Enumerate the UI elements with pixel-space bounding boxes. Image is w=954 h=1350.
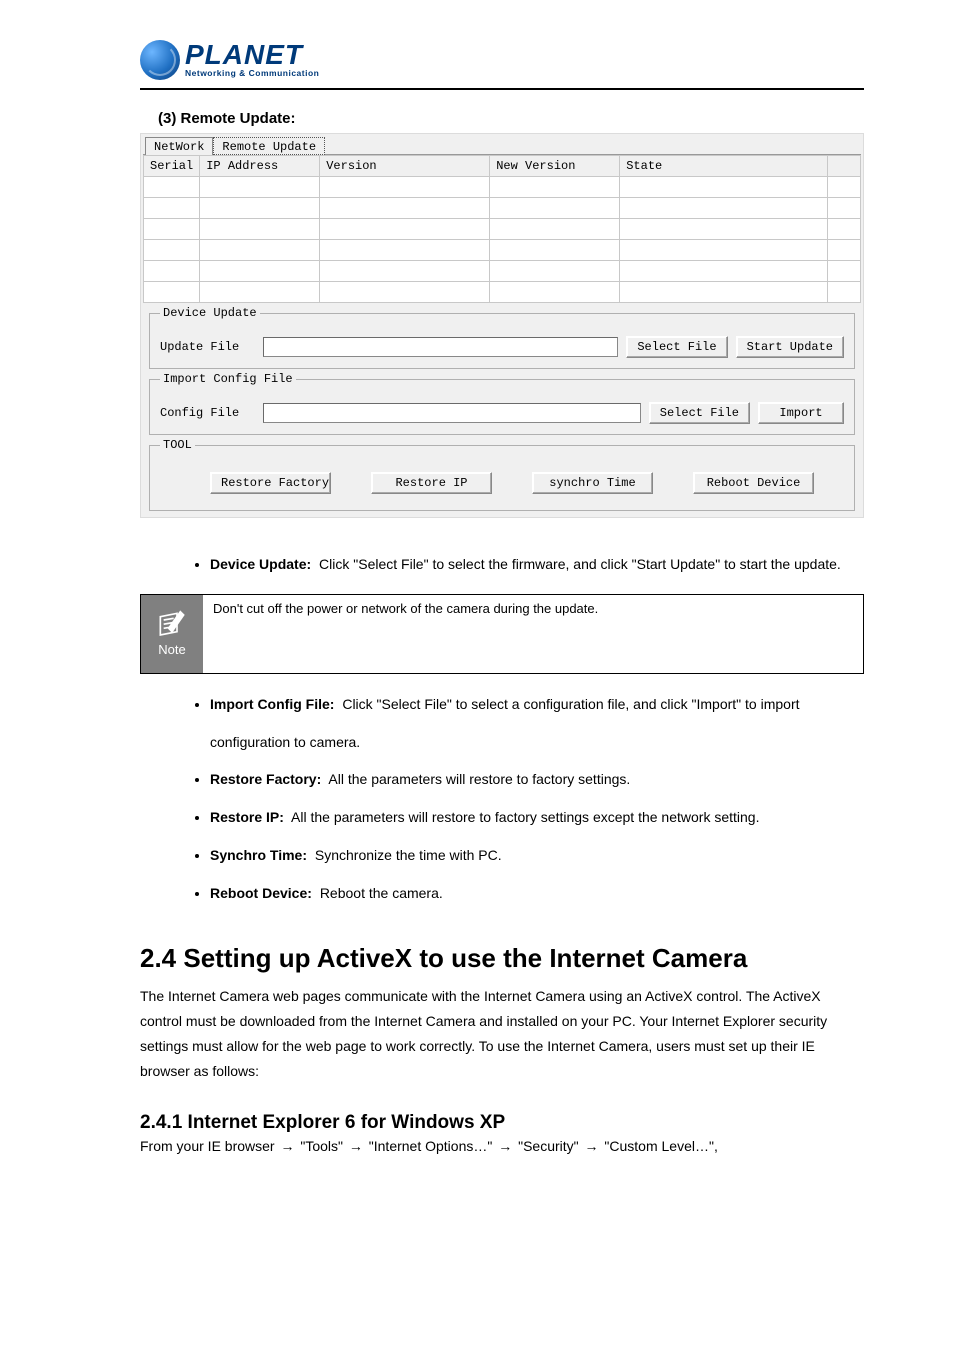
logo-globe-icon [140,40,180,80]
legend-import-config: Import Config File [160,372,296,386]
path-part: "Custom Level…", [604,1138,717,1154]
bullet-desc: Reboot the camera. [320,885,443,901]
synchro-time-button[interactable]: synchro Time [532,472,653,494]
bullet-desc: Synchronize the time with PC. [315,847,502,863]
bullet-synchro-time: Synchro Time: Synchronize the time with … [210,837,864,875]
bullet-restore-factory: Restore Factory: All the parameters will… [210,761,864,799]
bullet-label: Reboot Device: [210,885,312,901]
fieldset-tool: TOOL Restore Factory Restore IP synchro … [149,445,855,511]
logo: PLANET Networking & Communication [140,40,864,80]
restore-ip-button[interactable]: Restore IP [371,472,492,494]
fieldset-import-config: Import Config File Config File Select Fi… [149,379,855,435]
fieldset-device-update: Device Update Update File Select File St… [149,313,855,369]
bullet-device-update: Device Update: Click "Select File" to se… [210,546,864,584]
tab-remote-update[interactable]: Remote Update [213,137,325,155]
heading-2-4-1: 2.4.1 Internet Explorer 6 for Windows XP [140,1112,864,1134]
select-file-update-button[interactable]: Select File [626,336,727,358]
bullet-import-config: Import Config File: Click "Select File" … [210,686,864,762]
table-row[interactable] [144,177,861,198]
description-list-2: Import Config File: Click "Select File" … [140,686,864,913]
bullet-restore-ip: Restore IP: All the parameters will rest… [210,799,864,837]
restore-factory-button[interactable]: Restore Factory [210,472,331,494]
table-row[interactable] [144,219,861,240]
table-row[interactable] [144,198,861,219]
section3-title: (3) Remote Update: [158,110,864,127]
note-badge: Note [141,595,203,673]
tab-network[interactable]: NetWork [145,137,213,155]
legend-tool: TOOL [160,438,195,452]
section24-desc: The Internet Camera web pages communicat… [140,984,864,1085]
bullet-desc: All the parameters will restore to facto… [328,771,630,787]
header-divider [140,88,864,90]
table-row[interactable] [144,282,861,303]
note-word: Note [158,642,185,657]
path-part: "Tools" [300,1138,347,1154]
bullet-label: Import Config File: [210,696,334,712]
arrow-icon: → [498,1138,512,1154]
bullet-label: Restore Factory: [210,771,321,787]
description-list: Device Update: Click "Select File" to se… [140,546,864,584]
input-update-file[interactable] [263,337,618,357]
label-update-file: Update File [160,340,255,354]
bullet-label: Restore IP: [210,809,284,825]
col-version: Version [320,156,490,177]
bullet-desc: Click "Select File" to select the firmwa… [319,556,841,572]
col-state: State [620,156,828,177]
ie6-path: From your IE browser → "Tools" → "Intern… [140,1138,864,1154]
col-ip: IP Address [200,156,320,177]
col-new-version: New Version [490,156,620,177]
heading-2-4: 2.4 Setting up ActiveX to use the Intern… [140,943,864,974]
arrow-icon: → [585,1138,599,1154]
table-row[interactable] [144,240,861,261]
col-scroll [828,156,861,177]
import-button[interactable]: Import [758,402,844,424]
bullet-reboot: Reboot Device: Reboot the camera. [210,875,864,913]
path-part: "Security" [518,1138,582,1154]
arrow-icon: → [349,1138,363,1154]
logo-main-text: PLANET [185,42,319,67]
reboot-device-button[interactable]: Reboot Device [693,472,814,494]
input-config-file[interactable] [263,403,641,423]
note-body: Don't cut off the power or network of th… [203,595,863,673]
table-row[interactable] [144,261,861,282]
start-update-button[interactable]: Start Update [736,336,844,358]
legend-device-update: Device Update [160,306,260,320]
note-icon [155,610,189,640]
logo-sub-text: Networking & Communication [185,68,319,78]
device-table: Serial IP Address Version New Version St… [143,155,861,303]
bullet-label: Synchro Time: [210,847,307,863]
table-header-row: Serial IP Address Version New Version St… [144,156,861,177]
bullet-desc: All the parameters will restore to facto… [291,809,759,825]
bullet-label: Device Update: [210,556,311,572]
note-box: Note Don't cut off the power or network … [140,594,864,674]
label-config-file: Config File [160,406,255,420]
path-part: From your IE browser [140,1138,278,1154]
remote-update-panel: NetWork Remote Update Serial IP Address … [140,133,864,518]
path-part: "Internet Options…" [369,1138,496,1154]
arrow-icon: → [280,1138,294,1154]
select-file-config-button[interactable]: Select File [649,402,750,424]
col-serial: Serial [144,156,200,177]
